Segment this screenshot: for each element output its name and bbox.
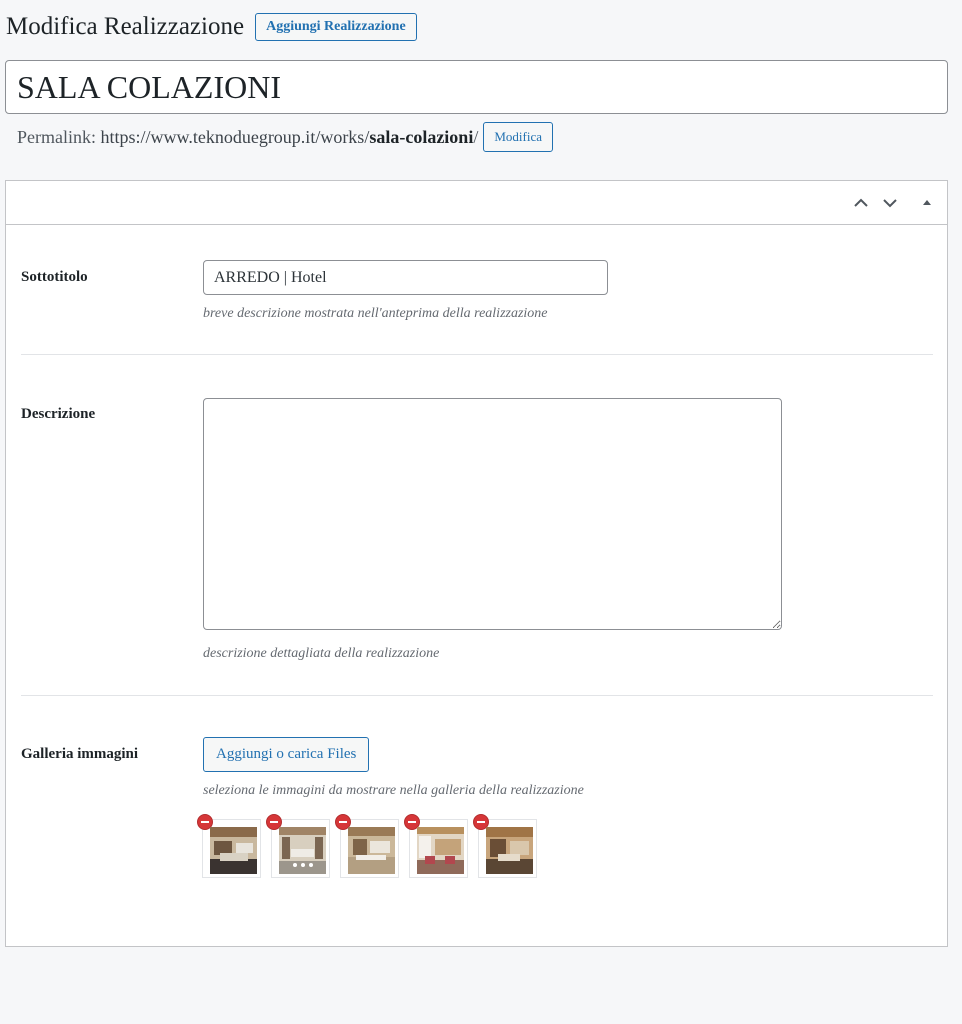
- chevron-down-icon[interactable]: [880, 193, 900, 213]
- chevron-up-icon[interactable]: [851, 193, 871, 213]
- gallery-image: [417, 827, 464, 874]
- edit-permalink-button[interactable]: Modifica: [483, 122, 553, 152]
- gallery-thumbnail[interactable]: [473, 814, 537, 878]
- description-hint: descrizione dettagliata della realizzazi…: [203, 646, 440, 661]
- divider: [21, 695, 933, 696]
- metabox: Sottotitolo breve descrizione mostrata n…: [5, 180, 948, 947]
- triangle-up-icon[interactable]: [917, 193, 937, 213]
- gallery-hint: seleziona le immagini da mostrare nella …: [203, 783, 584, 798]
- page-header: Modifica Realizzazione Aggiungi Realizza…: [6, 12, 417, 42]
- gallery-thumbnail[interactable]: [404, 814, 468, 878]
- gallery-thumbnail[interactable]: [266, 814, 330, 878]
- gallery-image: [210, 827, 257, 874]
- divider: [21, 354, 933, 355]
- gallery-image: [279, 827, 326, 874]
- subtitle-label: Sottotitolo: [21, 269, 88, 285]
- page-title: Modifica Realizzazione: [6, 13, 245, 40]
- description-textarea[interactable]: [203, 398, 782, 630]
- subtitle-hint: breve descrizione mostrata nell'anteprim…: [203, 306, 548, 321]
- gallery-thumbnails: [197, 814, 547, 878]
- permalink-label: Permalink:: [17, 126, 96, 147]
- permalink-bar: Permalink: https://www.teknoduegroup.it/…: [17, 122, 553, 152]
- subtitle-input[interactable]: [203, 260, 608, 295]
- permalink-base-url: https://www.teknoduegroup.it/works/: [100, 126, 370, 147]
- gallery-label: Galleria immagini: [21, 746, 139, 762]
- permalink-link[interactable]: https://www.teknoduegroup.it/works/sala-…: [101, 127, 474, 148]
- gallery-image: [486, 827, 533, 874]
- add-files-button[interactable]: Aggiungi o carica Files: [203, 737, 370, 772]
- description-label: Descrizione: [21, 406, 96, 422]
- permalink-slug: sala-colazioni: [369, 126, 474, 147]
- gallery-image: [348, 827, 395, 874]
- gallery-thumbnail[interactable]: [197, 814, 261, 878]
- permalink-trailing: /: [473, 126, 479, 147]
- gallery-thumbnail[interactable]: [335, 814, 399, 878]
- post-title-input[interactable]: [5, 60, 948, 114]
- add-realizzazione-button[interactable]: Aggiungi Realizzazione: [255, 13, 417, 41]
- metabox-header: [6, 181, 947, 225]
